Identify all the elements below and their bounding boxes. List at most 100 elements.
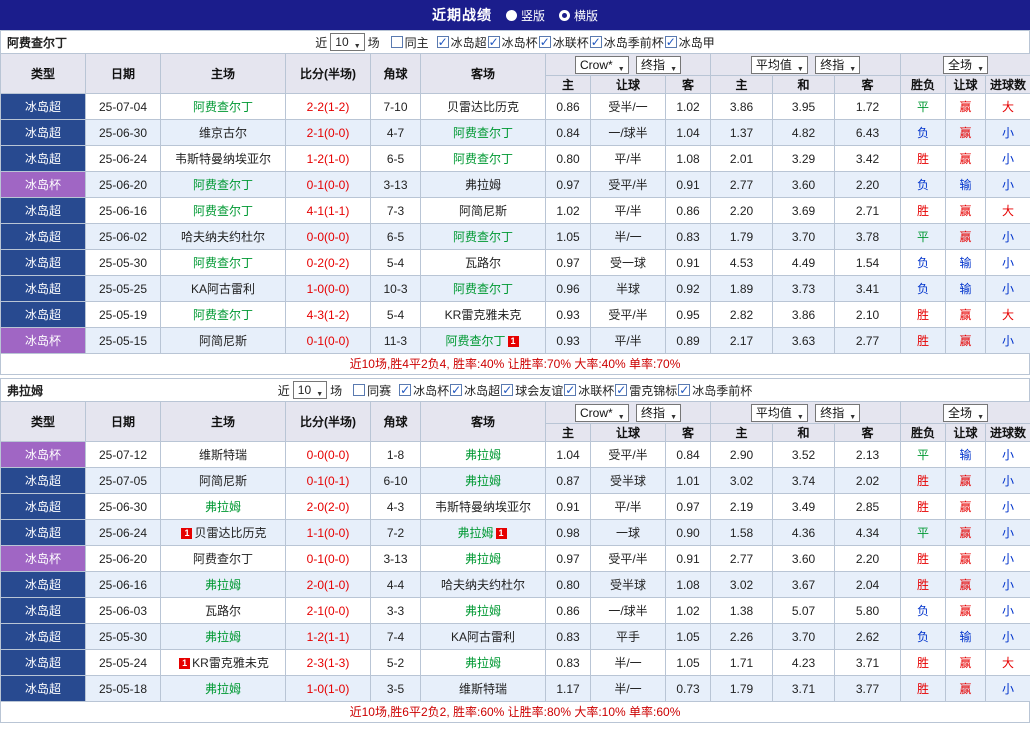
near-count-select[interactable]: 10 <box>292 381 328 403</box>
team-name[interactable]: 阿费查尔丁 <box>193 256 253 270</box>
league-filter-checkbox[interactable]: 冰岛杯 <box>399 382 449 399</box>
team-name[interactable]: 阿费查尔丁 <box>453 282 513 296</box>
team-name[interactable]: 弗拉姆 <box>465 604 501 618</box>
asian-source-select[interactable]: Crow* <box>575 55 629 75</box>
team-name[interactable]: 维斯特瑞 <box>459 682 507 696</box>
league-badge[interactable]: 冰岛超 <box>0 249 86 276</box>
team-name[interactable]: 弗拉姆 <box>465 474 501 488</box>
league-filter-checkbox[interactable]: 雷克锦标 <box>615 382 677 399</box>
league-badge[interactable]: 冰岛杯 <box>0 327 86 354</box>
match-score[interactable]: 4-3(1-2) <box>285 301 371 328</box>
euro-source-select[interactable]: 平均值 <box>750 403 808 423</box>
asian-final-select[interactable]: 终指 <box>636 55 682 75</box>
league-badge[interactable]: 冰岛超 <box>0 519 86 546</box>
team-name[interactable]: 阿简尼斯 <box>199 474 247 488</box>
match-score[interactable]: 0-1(0-1) <box>285 467 371 494</box>
league-badge[interactable]: 冰岛超 <box>0 597 86 624</box>
league-badge[interactable]: 冰岛杯 <box>0 171 86 198</box>
team-name[interactable]: 阿费查尔丁 <box>193 552 253 566</box>
scope-select[interactable]: 全场 <box>943 55 989 75</box>
team-name[interactable]: 阿费查尔丁 <box>453 126 513 140</box>
match-score[interactable]: 1-2(1-0) <box>285 145 371 172</box>
match-score[interactable]: 2-1(0-0) <box>285 119 371 146</box>
match-score[interactable]: 1-0(1-0) <box>285 675 371 702</box>
team-name[interactable]: 维斯特瑞 <box>199 448 247 462</box>
match-score[interactable]: 1-0(0-0) <box>285 275 371 302</box>
team-name[interactable]: 弗拉姆 <box>465 552 501 566</box>
team-name[interactable]: KA阿古雷利 <box>451 630 515 644</box>
league-badge[interactable]: 冰岛超 <box>0 223 86 250</box>
match-score[interactable]: 0-1(0-0) <box>285 327 371 354</box>
match-score[interactable]: 0-1(0-0) <box>285 171 371 198</box>
match-score[interactable]: 2-2(1-2) <box>285 93 371 120</box>
match-score[interactable]: 1-1(0-0) <box>285 519 371 546</box>
scope-select[interactable]: 全场 <box>943 403 989 423</box>
same-venue-checkbox[interactable]: 同主 <box>390 34 429 51</box>
team-name[interactable]: 韦斯特曼纳埃亚尔 <box>175 152 271 166</box>
team-name[interactable]: KR雷克雅未克 <box>445 308 522 322</box>
league-badge[interactable]: 冰岛超 <box>0 197 86 224</box>
league-badge[interactable]: 冰岛超 <box>0 467 86 494</box>
team-name[interactable]: 瓦路尔 <box>465 256 501 270</box>
match-score[interactable]: 2-3(1-3) <box>285 649 371 676</box>
team-name[interactable]: 阿费查尔丁 <box>445 334 505 348</box>
league-badge[interactable]: 冰岛杯 <box>0 545 86 572</box>
team-name[interactable]: 弗拉姆 <box>465 448 501 462</box>
league-badge[interactable]: 冰岛超 <box>0 301 86 328</box>
team-name[interactable]: 阿费查尔丁 <box>453 230 513 244</box>
euro-source-select[interactable]: 平均值 <box>750 55 808 75</box>
team-name[interactable]: 阿费查尔丁 <box>453 152 513 166</box>
league-badge[interactable]: 冰岛超 <box>0 93 86 120</box>
match-score[interactable]: 0-2(0-2) <box>285 249 371 276</box>
match-score[interactable]: 2-1(0-0) <box>285 597 371 624</box>
league-badge[interactable]: 冰岛超 <box>0 649 86 676</box>
radio-horizontal[interactable]: 横版 <box>559 7 598 24</box>
asian-final-select[interactable]: 终指 <box>636 403 682 423</box>
team-name[interactable]: 弗拉姆 <box>205 630 241 644</box>
league-filter-checkbox[interactable]: 冰联杯 <box>538 34 589 51</box>
league-filter-checkbox[interactable]: 冰岛季前杯 <box>678 382 752 399</box>
league-filter-checkbox[interactable]: 冰联杯 <box>564 382 614 399</box>
team-name[interactable]: 阿费查尔丁 <box>193 100 253 114</box>
team-name[interactable]: 瓦路尔 <box>205 604 241 618</box>
team-name[interactable]: 弗拉姆 <box>205 500 241 514</box>
league-filter-checkbox[interactable]: 冰岛超 <box>436 34 487 51</box>
team-name[interactable]: 维京古尔 <box>199 126 247 140</box>
team-name[interactable]: 贝雷达比历克 <box>447 100 519 114</box>
team-name[interactable]: 阿费查尔丁 <box>193 178 253 192</box>
team-name[interactable]: 弗拉姆 <box>465 178 501 192</box>
team-name[interactable]: 阿费查尔丁 <box>193 308 253 322</box>
league-filter-checkbox[interactable]: 冰岛甲 <box>664 34 715 51</box>
match-score[interactable]: 2-0(2-0) <box>285 493 371 520</box>
team-name[interactable]: KR雷克雅未克 <box>192 656 269 670</box>
euro-final-select[interactable]: 终指 <box>815 403 861 423</box>
league-badge[interactable]: 冰岛超 <box>0 493 86 520</box>
team-name[interactable]: 弗拉姆 <box>465 656 501 670</box>
radio-vertical[interactable]: 竖版 <box>505 7 545 24</box>
team-name[interactable]: 阿简尼斯 <box>459 204 507 218</box>
team-name[interactable]: 哈夫纳夫约杜尔 <box>441 578 525 592</box>
league-filter-checkbox[interactable]: 冰岛杯 <box>487 34 538 51</box>
team-name[interactable]: KA阿古雷利 <box>191 282 255 296</box>
league-filter-checkbox[interactable]: 冰岛超 <box>450 382 500 399</box>
team-name[interactable]: 弗拉姆 <box>205 578 241 592</box>
league-badge[interactable]: 冰岛超 <box>0 623 86 650</box>
match-score[interactable]: 4-1(1-1) <box>285 197 371 224</box>
team-name[interactable]: 阿费查尔丁 <box>193 204 253 218</box>
team-name[interactable]: 弗拉姆 <box>205 682 241 696</box>
match-score[interactable]: 0-0(0-0) <box>285 223 371 250</box>
league-badge[interactable]: 冰岛超 <box>0 145 86 172</box>
league-badge[interactable]: 冰岛超 <box>0 275 86 302</box>
asian-source-select[interactable]: Crow* <box>575 403 629 423</box>
match-score[interactable]: 1-2(1-1) <box>285 623 371 650</box>
match-score[interactable]: 0-1(0-0) <box>285 545 371 572</box>
match-score[interactable]: 0-0(0-0) <box>285 441 371 468</box>
league-badge[interactable]: 冰岛超 <box>0 119 86 146</box>
same-venue-checkbox[interactable]: 同赛 <box>353 382 391 399</box>
match-score[interactable]: 2-0(1-0) <box>285 571 371 598</box>
league-filter-checkbox[interactable]: 球会友谊 <box>501 382 563 399</box>
league-filter-checkbox[interactable]: 冰岛季前杯 <box>589 34 664 51</box>
team-name[interactable]: 弗拉姆 <box>457 526 493 540</box>
team-name[interactable]: 阿简尼斯 <box>199 334 247 348</box>
team-name[interactable]: 韦斯特曼纳埃亚尔 <box>435 500 531 514</box>
